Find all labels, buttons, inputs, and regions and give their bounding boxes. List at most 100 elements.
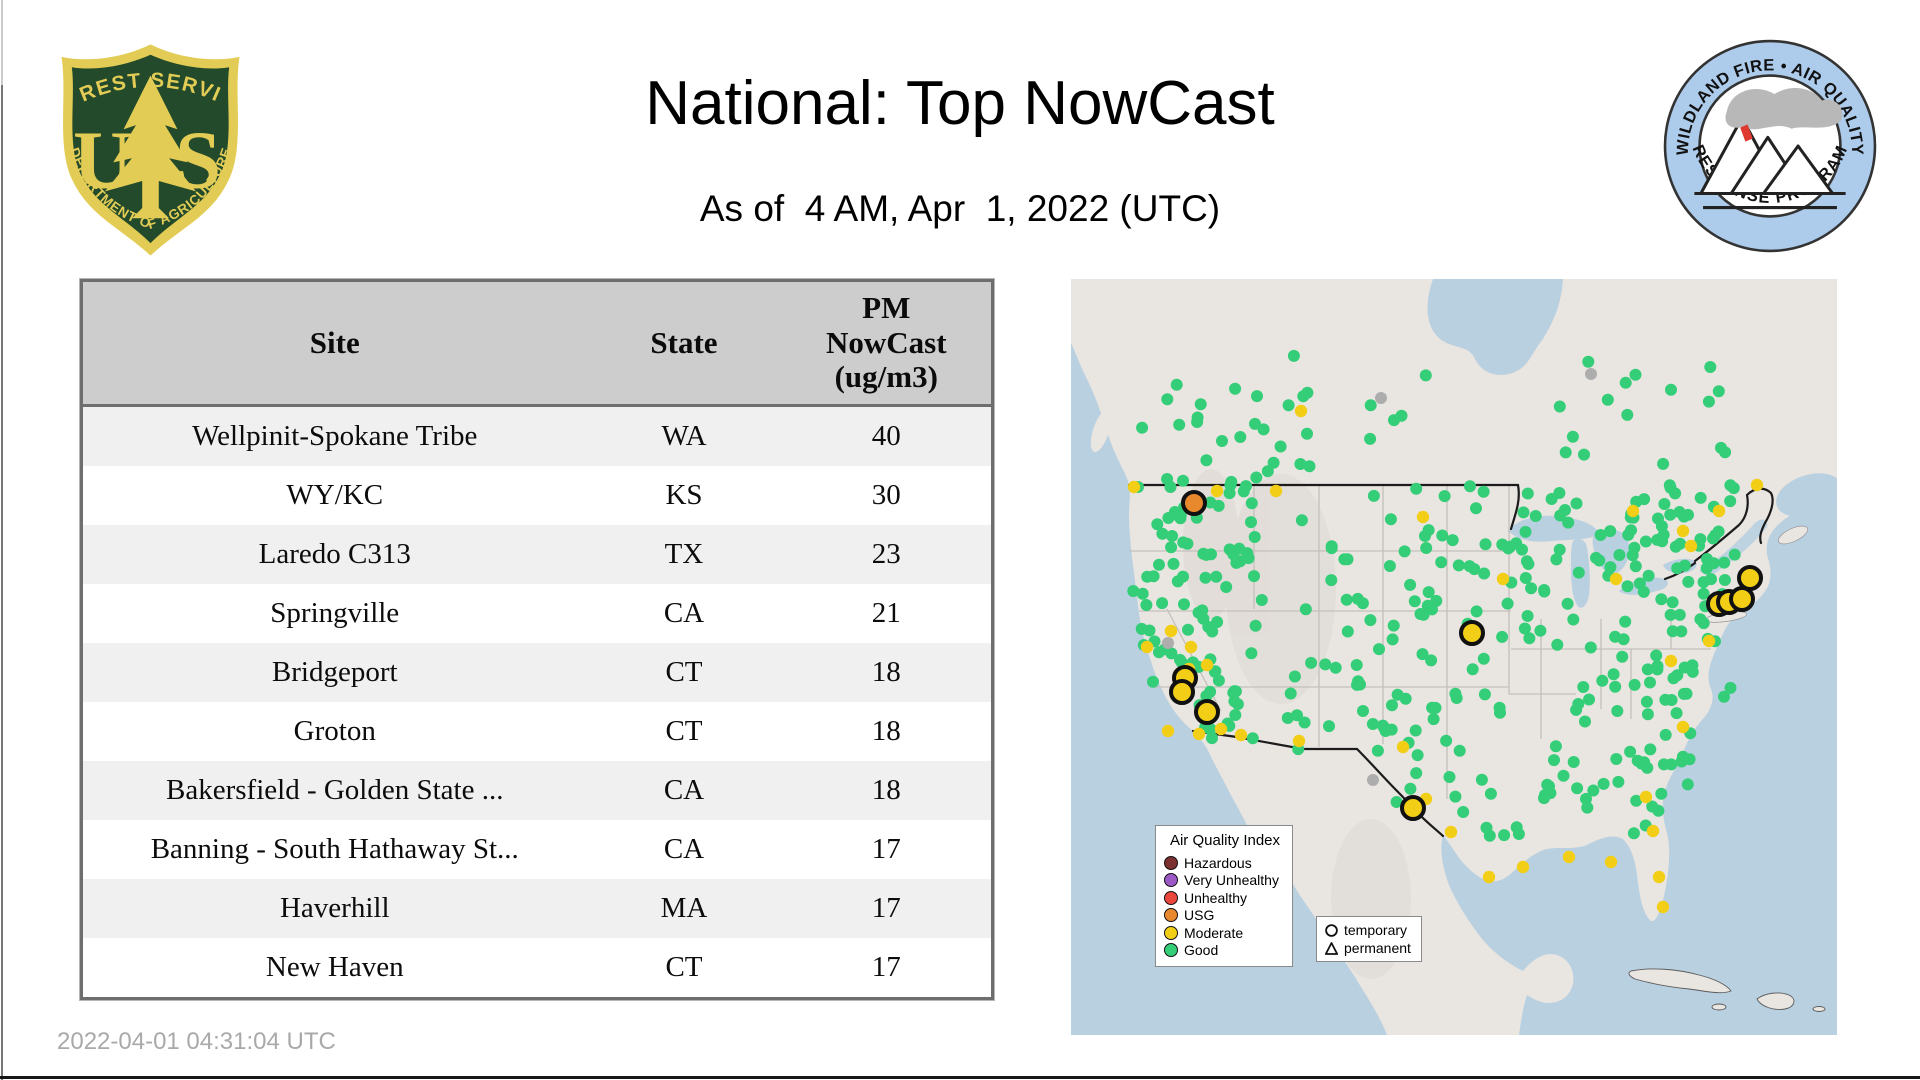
monitor-dot-good	[1680, 687, 1693, 700]
monitor-dot-moderate	[1626, 504, 1640, 518]
monitor-dot-good	[1173, 418, 1186, 431]
monitor-dot-good	[1681, 778, 1694, 791]
monitor-dot-good	[1245, 516, 1257, 529]
monitor-dot-good	[1712, 385, 1725, 398]
monitor-dot-good	[1170, 378, 1183, 391]
monitor-dot-good	[1554, 509, 1567, 522]
monitor-dot-good	[1523, 632, 1536, 645]
table-row: Banning - South Hathaway St... CA 17	[81, 820, 993, 879]
state-cell: TX	[586, 525, 782, 584]
site-cell: Groton	[81, 702, 587, 761]
top-site-marker	[1169, 679, 1195, 705]
monitor-dot-good	[1395, 409, 1408, 422]
monitor-dot-good	[1367, 489, 1380, 502]
monitor-dot-good	[1153, 558, 1165, 571]
monitor-dot-good	[1638, 493, 1651, 506]
state-cell: KS	[586, 466, 782, 525]
monitor-dot-good	[1494, 706, 1506, 719]
monitor-dot-good	[1724, 479, 1737, 492]
top-site-marker	[1194, 699, 1220, 725]
value-cell: 40	[781, 405, 993, 466]
monitor-dot-good	[1410, 482, 1423, 495]
monitor-dot-good	[1147, 570, 1160, 583]
monitor-dot-good	[1521, 610, 1534, 622]
state-cell: MA	[586, 879, 782, 938]
monitor-dot-good	[1305, 656, 1318, 669]
monitor-dot-good	[1446, 534, 1459, 547]
monitor-dot-good	[1325, 574, 1338, 587]
monitor-dot-good	[1479, 538, 1492, 551]
monitor-dot-good	[1246, 732, 1259, 745]
monitor-dot-good	[1582, 355, 1595, 368]
top-site-marker	[1400, 795, 1426, 821]
monitor-dot-good	[1579, 715, 1591, 728]
monitor-dot-good	[1231, 698, 1244, 711]
col-header-site: Site	[81, 280, 587, 407]
monitor-dot-good	[1572, 566, 1585, 579]
monitor-dot-good	[1612, 775, 1625, 788]
monitor-dot-good	[1628, 678, 1641, 691]
monitor-dot-good	[1199, 571, 1212, 584]
monitor-dot-good	[1427, 713, 1440, 726]
monitor-dot-good	[1549, 740, 1562, 753]
monitor-dot-good	[1644, 743, 1657, 756]
monitor-dot-good	[1251, 390, 1263, 403]
table-row: Haverhill MA 17	[81, 879, 993, 938]
top-site-marker	[1729, 586, 1755, 612]
monitor-dot-good	[1249, 619, 1262, 632]
monitor-dot-good	[1522, 558, 1535, 570]
monitor-dot-good	[1521, 487, 1534, 500]
monitor-dot-good	[1386, 633, 1399, 646]
monitor-dot-good	[1658, 498, 1671, 510]
monitor-dot-good	[1453, 744, 1466, 757]
monitor-dot-good	[1659, 728, 1672, 741]
table-row: Groton CT 18	[81, 702, 993, 761]
monitor-dot-good	[1468, 563, 1481, 576]
monitor-dot-good	[1364, 432, 1377, 445]
monitor-dot-good	[1212, 499, 1225, 512]
monitor-dot-moderate	[1562, 850, 1576, 864]
monitor-dot-good	[1197, 547, 1210, 560]
monitor-dot-moderate	[1184, 640, 1198, 654]
monitor-dot-good	[1702, 395, 1715, 408]
monitor-dot-good	[1416, 648, 1429, 661]
monitor-dot-good	[1655, 787, 1668, 800]
wfaqrp-logo: WILDLAND FIRE • AIR QUALITY RESPONSE PRO…	[1663, 39, 1877, 253]
monitor-dot-good	[1225, 475, 1238, 488]
monitor-dot-good	[1234, 431, 1247, 443]
monitor-dot-good	[1674, 537, 1687, 550]
state-cell: CT	[586, 938, 782, 999]
monitor-dot-good	[1340, 593, 1353, 606]
monitor-dot-good	[1240, 480, 1252, 493]
site-cell: Bakersfield - Golden State ...	[81, 761, 587, 820]
monitor-dot-good	[1287, 349, 1300, 362]
monitor-dot-good	[1498, 829, 1511, 842]
monitor-dot-good	[1655, 593, 1668, 606]
monitor-dot-good	[1438, 490, 1451, 503]
monitor-dot-good	[1622, 528, 1635, 541]
monitor-dot-good	[1177, 474, 1189, 487]
value-cell: 17	[781, 879, 993, 938]
monitor-dot-good	[1323, 720, 1335, 733]
monitor-dot-good	[1596, 674, 1609, 687]
monitor-dot-good	[1590, 551, 1602, 564]
monitor-dot-good	[1663, 479, 1676, 492]
monitor-dot-good	[1443, 771, 1456, 783]
monitor-dot-good	[1567, 756, 1580, 768]
monitor-dot-good	[1701, 553, 1713, 565]
monitor-dot-good	[1303, 460, 1316, 473]
monitor-dot-good	[1181, 537, 1194, 550]
monitor-dot-good	[1724, 681, 1737, 694]
monitor-dot-good	[1517, 506, 1530, 519]
monitor-dot-good	[1325, 540, 1338, 553]
monitor-dot-good	[1570, 497, 1583, 510]
monitor-dot-good	[1670, 707, 1683, 720]
monitor-dot-good	[1136, 421, 1149, 434]
state-cell: CA	[586, 761, 782, 820]
monitor-dot-moderate	[1396, 740, 1410, 754]
monitor-dot-good	[1295, 514, 1308, 527]
monitor-dot-good	[1617, 633, 1630, 646]
monitor-dot-good	[1274, 440, 1287, 453]
page-subtitle: As of 4 AM, Apr 1, 2022 (UTC)	[699, 188, 1221, 229]
monitor-dot-good	[1651, 663, 1664, 676]
